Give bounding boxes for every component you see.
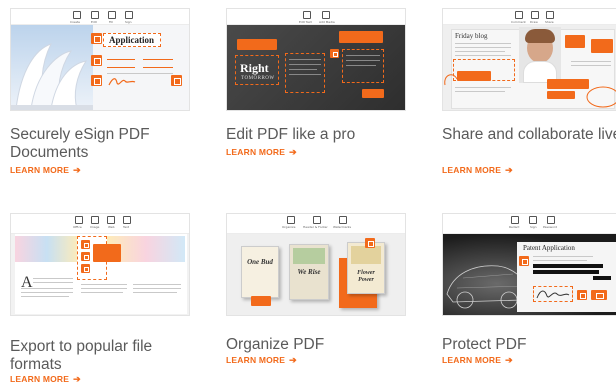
arrow-right-icon: ➔ xyxy=(505,355,513,365)
learn-more-link[interactable]: LEARN MORE ➔ xyxy=(226,355,297,366)
arrow-right-icon: ➔ xyxy=(505,165,513,175)
learn-more-link[interactable]: LEARN MORE ➔ xyxy=(226,147,297,158)
arrow-right-icon: ➔ xyxy=(73,374,81,383)
share-preview-image: Comment Draw Share Friday blog xyxy=(442,8,616,111)
card-title: Organize PDF xyxy=(226,336,325,353)
edit-preview-image: Edit Text Add Media Right TOMORROW xyxy=(226,8,406,111)
card-title: Share and collaborate live xyxy=(442,126,616,143)
card-title: Export to popular file formats xyxy=(10,338,153,373)
export-preview-image: Office Image Web Text A xyxy=(10,213,190,316)
arrow-right-icon: ➔ xyxy=(289,355,297,365)
card-title: Securely eSign PDF Documents xyxy=(10,126,150,161)
arrow-right-icon: ➔ xyxy=(289,147,297,157)
learn-more-link[interactable]: LEARN MORE ➔ xyxy=(442,165,513,176)
learn-more-link[interactable]: LEARN MORE ➔ xyxy=(10,374,81,383)
card-title: Protect PDF xyxy=(442,336,527,353)
organize-preview-image: Organize Header & Footer Watermarks One … xyxy=(226,213,406,316)
card-title: Edit PDF like a pro xyxy=(226,126,356,143)
learn-more-link[interactable]: LEARN MORE ➔ xyxy=(442,355,513,366)
arrow-right-icon: ➔ xyxy=(73,165,81,175)
learn-more-link[interactable]: LEARN MORE ➔ xyxy=(10,165,81,176)
protect-preview-image: Redact Sign Password Patent Application xyxy=(442,213,616,316)
esign-preview-image: Create Edit Fill Sign Application xyxy=(10,8,190,111)
